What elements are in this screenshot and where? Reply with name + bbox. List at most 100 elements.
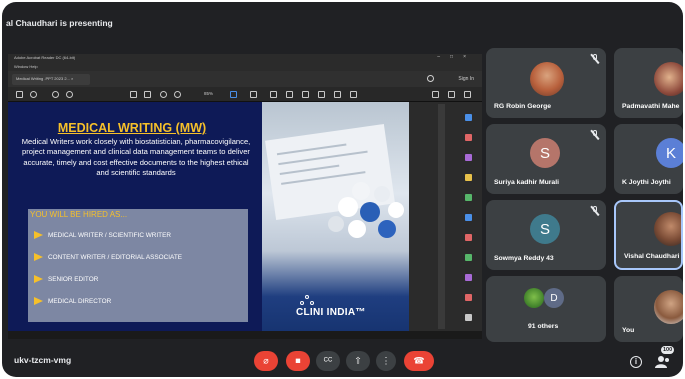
pill-image xyxy=(388,202,404,218)
tool-icon xyxy=(465,294,472,301)
role-text: SENIOR EDITOR xyxy=(48,275,99,283)
attach-icon xyxy=(334,91,341,98)
text-icon xyxy=(302,91,309,98)
zoom-in-icon xyxy=(174,91,181,98)
end-call-button[interactable]: ☎ xyxy=(404,351,434,371)
participant-tile[interactable]: K K Joythi Joythi xyxy=(614,124,683,194)
reader-window-title: Adobe Acrobat Reader DC (64-bit) xyxy=(14,55,76,60)
participant-name: Sowmya Reddy 43 xyxy=(494,255,554,262)
tool-icon xyxy=(465,214,472,221)
participant-name: K Joythi Joythi xyxy=(622,179,671,186)
tool-icon xyxy=(465,314,472,321)
comment-icon xyxy=(250,91,257,98)
arrow-icon xyxy=(34,231,43,239)
hired-heading: YOU WILL BE HIRED AS... xyxy=(30,210,128,219)
mic-button[interactable]: ⌀ xyxy=(254,351,278,371)
participant-tile[interactable]: S Sowmya Reddy 43 xyxy=(486,200,606,270)
arrow-icon xyxy=(34,297,43,305)
tool-icon xyxy=(465,274,472,281)
reader-scrollbar[interactable] xyxy=(438,104,445,329)
captions-button[interactable]: CC xyxy=(316,351,340,371)
tool-icon xyxy=(465,114,472,121)
avatar xyxy=(530,62,564,96)
meeting-code: ukv-tzcm-vmg xyxy=(14,355,72,365)
avatar xyxy=(654,212,681,246)
rotate-icon xyxy=(350,91,357,98)
mic-off-icon xyxy=(590,53,600,65)
self-tile[interactable]: You xyxy=(614,276,683,342)
pill-image xyxy=(360,202,380,222)
window-controls-icon: –□× xyxy=(437,54,476,60)
participant-tile[interactable]: RG Robin George xyxy=(486,48,606,118)
avatar: S xyxy=(530,214,560,244)
reader-sign-in: Sign In xyxy=(458,76,474,82)
presenter-banner: al Chaudhari is presenting xyxy=(6,18,113,28)
slide-body: Medical Writers work closely with biosta… xyxy=(21,137,251,178)
mic-off-icon: ⌀ xyxy=(263,355,269,366)
tool-icon xyxy=(465,154,472,161)
pill-image xyxy=(338,197,358,217)
help-icon xyxy=(427,75,434,82)
pill-image xyxy=(348,220,366,238)
page-down-icon xyxy=(66,91,73,98)
slide-logo-text: CLINI INDIA™ xyxy=(296,307,366,318)
others-tile[interactable]: D 91 others xyxy=(486,276,606,342)
reader-status-strip xyxy=(8,331,482,339)
tool-icon xyxy=(465,134,472,141)
more-options-button[interactable]: ⋮ xyxy=(376,351,396,371)
zoom-out-icon xyxy=(160,91,167,98)
phone-hangup-icon: ☎ xyxy=(413,355,425,366)
role-item: SENIOR EDITOR xyxy=(34,274,98,284)
reader-tab-row: Medical Writing .PPT 2023 2... × Sign In xyxy=(8,71,482,87)
role-item: MEDICAL DIRECTOR xyxy=(34,296,111,306)
pill-image xyxy=(374,186,390,202)
role-text: CONTENT WRITER / EDITORIAL ASSOCIATE xyxy=(48,253,182,261)
present-button[interactable]: ⇧ xyxy=(346,351,370,371)
reader-titlebar: Adobe Acrobat Reader DC (64-bit) –□× xyxy=(8,54,482,63)
tool-icon xyxy=(465,194,472,201)
participant-name: Suriya kadhir Murali xyxy=(494,179,559,186)
role-text: MEDICAL DIRECTOR xyxy=(48,297,112,305)
reader-menu-text: Window Help xyxy=(14,64,38,69)
participant-name: You xyxy=(622,327,635,334)
participant-tile[interactable]: Padmavathi Mahe xyxy=(614,48,683,118)
hand-tool-icon xyxy=(144,91,151,98)
people-count-badge: 100 xyxy=(661,346,675,354)
participant-name: Vishal Chaudhari xyxy=(624,253,680,260)
tool-icon xyxy=(465,234,472,241)
reader-document-tab: Medical Writing .PPT 2023 2... × xyxy=(12,74,90,85)
camera-off-icon: ■ xyxy=(295,355,301,366)
pill-image xyxy=(328,216,344,232)
people-button[interactable] xyxy=(655,355,671,369)
participant-tile-selected[interactable]: Vishal Chaudhari xyxy=(614,200,683,270)
select-tool-icon xyxy=(130,91,137,98)
mic-off-icon xyxy=(590,205,600,217)
tool-icon xyxy=(465,174,472,181)
avatar: S xyxy=(530,138,560,168)
highlight-icon xyxy=(270,91,277,98)
participant-name: 91 others xyxy=(528,323,559,330)
mail-icon xyxy=(464,91,471,98)
more-vert-icon: ⋮ xyxy=(381,355,391,366)
search-icon xyxy=(30,91,37,98)
avatar xyxy=(524,288,544,308)
reader-tab-label: Medical Writing .PPT 2023 2... × xyxy=(16,76,74,81)
avatar xyxy=(654,290,683,324)
avatar xyxy=(654,62,683,96)
camera-button[interactable]: ■ xyxy=(286,351,310,371)
info-icon[interactable]: i xyxy=(630,356,642,368)
participant-tile[interactable]: S Suriya kadhir Murali xyxy=(486,124,606,194)
slide-title: MEDICAL WRITING (MW) xyxy=(57,121,207,135)
captions-icon: CC xyxy=(323,357,333,364)
reader-menu-bar: Window Help xyxy=(8,63,482,71)
pill-image xyxy=(352,182,370,200)
presenter-bar: al Chaudhari is presenting xyxy=(2,2,683,42)
draw-icon xyxy=(286,91,293,98)
meet-window: al Chaudhari is presenting Adobe Acrobat… xyxy=(2,2,683,377)
reader-side-panel xyxy=(409,102,482,331)
role-item: MEDICAL WRITER / SCIENTIFIC WRITER xyxy=(34,230,171,240)
avatar: K xyxy=(656,138,683,168)
clini-india-logo-icon xyxy=(300,295,314,307)
shared-screen[interactable]: Adobe Acrobat Reader DC (64-bit) –□× Win… xyxy=(8,54,482,339)
mic-off-icon xyxy=(590,129,600,141)
